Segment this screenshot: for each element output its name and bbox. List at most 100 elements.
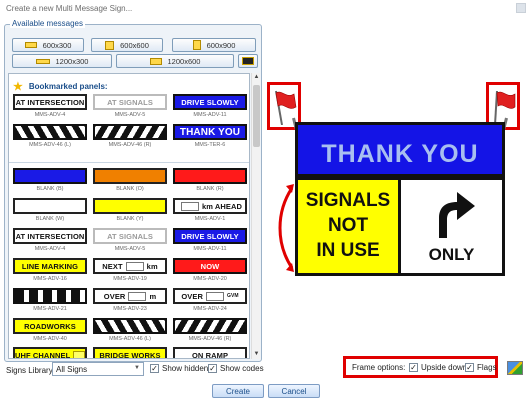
- preview-top-panel: THANK YOU: [298, 125, 502, 177]
- signs-library-label: Signs Library:: [6, 366, 55, 375]
- upside-down-label: Upside down: [421, 363, 468, 372]
- upside-down-checkbox[interactable]: ✓ Upside down: [409, 363, 467, 372]
- input-slot: [205, 291, 224, 301]
- show-codes-checkbox[interactable]: ✓ Show codes: [208, 364, 264, 373]
- panel-600x300-icon: [24, 42, 37, 48]
- sign-image: UHF CHANNEL: [13, 347, 87, 358]
- size-1200x300-button[interactable]: 1200x300: [12, 54, 112, 68]
- sign-tile[interactable]: LINE MARKING MMS-ADV-16: [13, 258, 87, 282]
- list-divider: [9, 162, 249, 163]
- preview-left-panel: SIGNALS NOT IN USE: [298, 180, 398, 273]
- sign-code: MMS-TER-6: [194, 142, 226, 148]
- signs-library-select[interactable]: All Signs ▼: [52, 362, 144, 376]
- show-codes-label: Show codes: [220, 364, 264, 373]
- sign-unit: m: [149, 291, 157, 301]
- panel-1200x600-icon: [149, 57, 162, 65]
- available-messages-panel: Available messages 600x300 600x600 600x9…: [4, 19, 262, 362]
- bookmarked-label: Bookmarked panels:: [28, 82, 108, 91]
- preview-left-line: IN USE: [316, 240, 380, 261]
- sign-tile[interactable]: BRIDGE WORKS: [93, 347, 167, 358]
- sign-tile[interactable]: UHF CHANNEL: [13, 347, 87, 358]
- window-title: Create a new Multi Message Sign...: [6, 4, 133, 13]
- flags-checkbox[interactable]: ✓ Flags: [465, 363, 497, 372]
- sign-image: [13, 124, 87, 140]
- preview-left-line: NOT: [327, 215, 369, 236]
- input-slot: [73, 351, 85, 358]
- sign-image: BRIDGE WORKS: [93, 347, 167, 358]
- apply-icon[interactable]: [507, 361, 523, 375]
- sign-tile[interactable]: DRIVE SLOWLY MMS-ADV-11: [173, 228, 247, 252]
- sign-code: MMS-ADV-23: [113, 306, 147, 312]
- scroll-thumb[interactable]: [253, 85, 260, 147]
- sign-image: [173, 318, 247, 334]
- sign-code: MMS-ADV-1: [194, 216, 226, 222]
- sign-image: km AHEAD: [173, 198, 247, 214]
- checkbox-checked-icon: ✓: [208, 364, 217, 373]
- cancel-button[interactable]: Cancel: [268, 384, 320, 398]
- sign-image: [13, 198, 87, 214]
- input-slot: [125, 261, 144, 271]
- sign-tile[interactable]: BLANK (W): [13, 198, 87, 222]
- sign-tile[interactable]: MMS-ADV-46 (L): [93, 318, 167, 342]
- sign-tile[interactable]: AT SIGNALS MMS-ADV-5: [93, 228, 167, 252]
- sign-tile[interactable]: OVER m MMS-ADV-23: [93, 288, 167, 312]
- sign-image: [13, 168, 87, 184]
- panel-1200x300-icon: [35, 58, 50, 64]
- create-button[interactable]: Create: [212, 384, 264, 398]
- input-slot: [128, 291, 147, 301]
- sign-tile[interactable]: km AHEAD MMS-ADV-1: [173, 198, 247, 222]
- sign-image: ON RAMP: [173, 347, 247, 358]
- sign-tile[interactable]: MMS-ADV-46 (R): [173, 318, 247, 342]
- sign-code: MMS-ADV-46 (L): [29, 142, 71, 148]
- sign-tile[interactable]: NOW MMS-ADV-20: [173, 258, 247, 282]
- sign-tile[interactable]: BLANK (Y): [93, 198, 167, 222]
- list-scrollbar[interactable]: ▲ ▼: [251, 73, 260, 359]
- sign-code: MMS-ADV-4: [34, 246, 66, 252]
- panel-600x900-icon: [192, 40, 201, 50]
- input-slot: [180, 201, 199, 211]
- sign-code: MMS-ADV-5: [114, 112, 146, 118]
- sign-tile[interactable]: NEXT km MMS-ADV-19: [93, 258, 167, 282]
- sign-image: ROADWORKS: [13, 318, 87, 334]
- show-hidden-checkbox[interactable]: ✓ Show hidden: [150, 364, 208, 373]
- size-600x300-button[interactable]: 600x300: [12, 38, 84, 52]
- sign-tile[interactable]: MMS-ADV-46 (R): [93, 124, 167, 148]
- sign-tile[interactable]: MMS-ADV-21: [13, 288, 87, 312]
- sign-tile[interactable]: ROADWORKS MMS-ADV-40: [13, 318, 87, 342]
- sign-tile[interactable]: AT INTERSECTION MMS-ADV-4: [13, 228, 87, 252]
- sign-tile[interactable]: ON RAMP: [173, 347, 247, 358]
- size-600x900-button[interactable]: 600x900: [172, 38, 256, 52]
- sign-tile[interactable]: OVER GVM MMS-ADV-24: [173, 288, 247, 312]
- close-button[interactable]: [516, 3, 526, 13]
- sign-code: MMS-ADV-46 (L): [109, 336, 151, 342]
- sign-text: km AHEAD: [201, 201, 243, 211]
- size-1200x600-button[interactable]: 1200x600: [116, 54, 234, 68]
- sign-preview[interactable]: THANK YOU SIGNALS NOT IN USE ONLY: [295, 122, 505, 276]
- star-icon: ★: [13, 81, 23, 93]
- scroll-down-icon[interactable]: ▼: [252, 350, 261, 359]
- sign-image: [93, 124, 167, 140]
- custom-size-button[interactable]: [238, 54, 258, 68]
- sign-tile[interactable]: AT SIGNALS MMS-ADV-5: [93, 94, 167, 118]
- sign-tile[interactable]: BLANK (B): [13, 168, 87, 192]
- size-label: 600x900: [206, 40, 236, 50]
- sign-list[interactable]: ★ Bookmarked panels: AT INTERSECTION MMS…: [8, 73, 250, 359]
- flag-icon: [494, 90, 516, 126]
- size-600x600-button[interactable]: 600x600: [91, 38, 163, 52]
- scroll-up-icon[interactable]: ▲: [252, 73, 261, 82]
- sign-tile[interactable]: MMS-ADV-46 (L): [13, 124, 87, 148]
- panel-600x600-icon: [105, 40, 115, 50]
- preview-left-line: SIGNALS: [305, 190, 391, 211]
- sign-code: MMS-ADV-11: [193, 112, 227, 118]
- sign-image: DRIVE SLOWLY: [173, 228, 247, 244]
- sign-tile[interactable]: AT INTERSECTION MMS-ADV-4: [13, 94, 87, 118]
- chevron-down-icon: ▼: [134, 365, 140, 371]
- turn-right-arrow-icon: [439, 192, 475, 238]
- sign-tile[interactable]: BLANK (O): [93, 168, 167, 192]
- size-label: 1200x600: [167, 56, 201, 66]
- sign-tile[interactable]: DRIVE SLOWLY MMS-ADV-11: [173, 94, 247, 118]
- sign-tile[interactable]: BLANK (R): [173, 168, 247, 192]
- sign-tile[interactable]: THANK YOU MMS-TER-6: [173, 124, 247, 148]
- bookmarked-header: ★ Bookmarked panels:: [13, 80, 108, 93]
- sign-text: OVER: [181, 291, 203, 301]
